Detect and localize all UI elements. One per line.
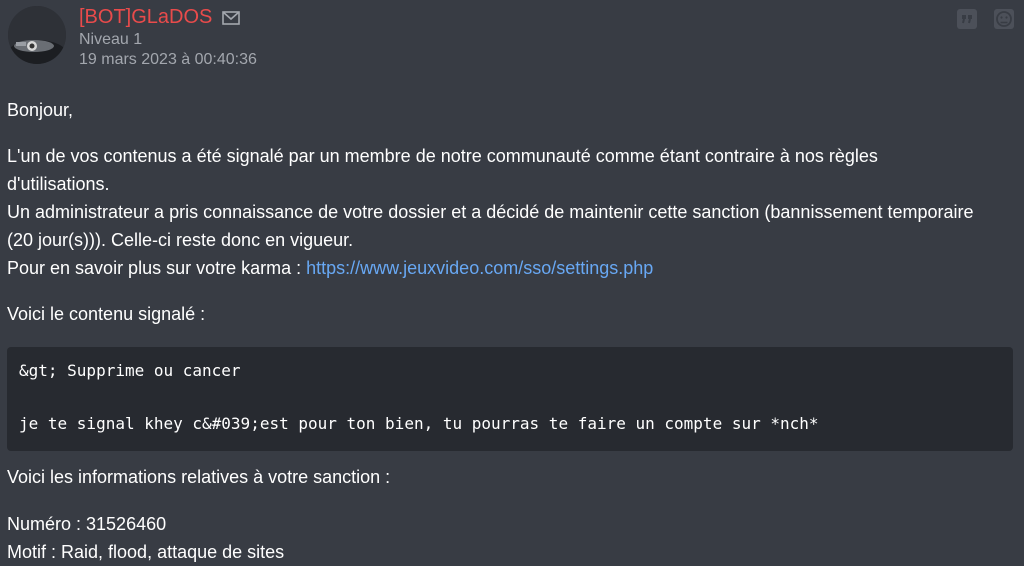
report-button[interactable] [994, 9, 1014, 29]
greeting: Bonjour, [7, 100, 74, 120]
karma-link[interactable]: https://www.jeuxvideo.com/sso/settings.p… [306, 258, 653, 278]
karma-prefix: Pour en savoir plus sur votre karma : [7, 258, 307, 278]
quote-button[interactable] [957, 9, 977, 29]
author-name[interactable]: [BOT]GLaDOS [79, 5, 212, 29]
karma-line: Pour en savoir plus sur votre karma : ht… [7, 254, 1017, 282]
message-body: Bonjour, L'un de vos contenus a été sign… [7, 96, 1017, 328]
code-line: je te signal khey c&#039;est pour ton bi… [19, 414, 819, 433]
sanction-intro: Voici les informations relatives à votre… [7, 467, 391, 487]
notice-line: (20 jour(s))). Celle-ci reste donc en vi… [7, 230, 354, 250]
reported-intro: Voici le contenu signalé : [7, 304, 206, 324]
quote-icon [957, 9, 977, 29]
envelope-icon[interactable] [222, 11, 240, 25]
post-date[interactable]: 19 mars 2023 à 00:40:36 [79, 51, 257, 69]
sanction-number: Numéro : 31526460 [7, 514, 167, 534]
reported-content-block: &gt; Supprime ou cancer je te signal khe… [7, 347, 1013, 451]
code-line: &gt; Supprime ou cancer [19, 361, 241, 380]
notice-line: L'un de vos contenus a été signalé par u… [7, 146, 878, 166]
notice-line: Un administrateur a pris connaissance de… [7, 202, 974, 222]
report-face-icon [994, 9, 1014, 29]
user-level: Niveau 1 [79, 31, 143, 48]
notice-line: d'utilisations. [7, 174, 110, 194]
avatar[interactable] [8, 6, 66, 64]
sanction-reason: Motif : Raid, flood, attaque de sites [7, 542, 285, 562]
